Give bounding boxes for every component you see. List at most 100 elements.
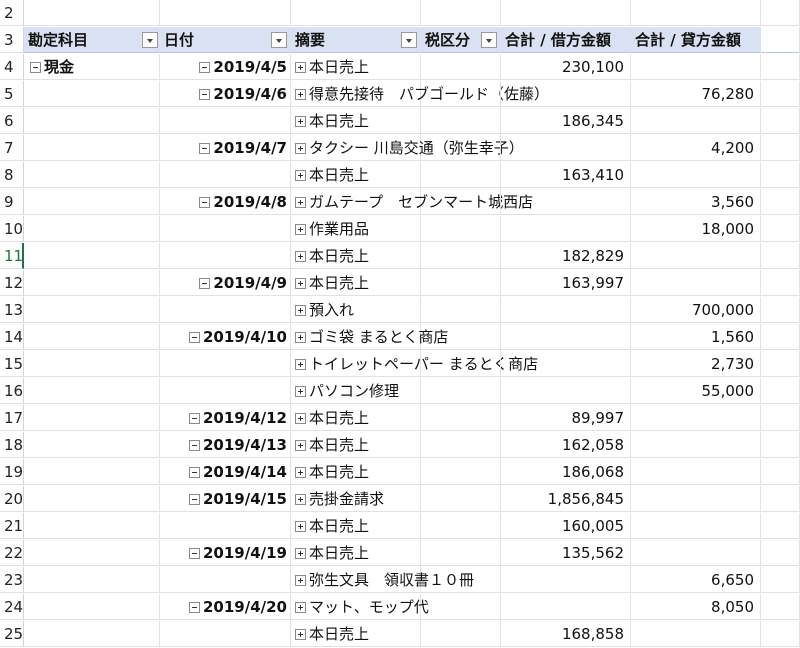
expand-icon[interactable]	[295, 602, 306, 613]
cell-date[interactable]	[160, 243, 291, 269]
cell-debit[interactable]: 163,410	[501, 162, 631, 188]
cell-debit[interactable]	[501, 567, 631, 593]
cell-date[interactable]	[160, 351, 291, 377]
cell-description[interactable]: 本日売上	[291, 459, 421, 485]
cell-tax-category[interactable]	[421, 81, 501, 107]
cell-debit[interactable]: 168,858	[501, 621, 631, 647]
cell-account[interactable]	[24, 486, 160, 512]
cell-date[interactable]: 2019/4/19	[160, 540, 291, 566]
expand-icon[interactable]	[295, 62, 306, 73]
cell-description[interactable]: 作業用品	[291, 216, 421, 242]
expand-icon[interactable]	[295, 251, 306, 262]
cell-description[interactable]: 本日売上	[291, 162, 421, 188]
expand-icon[interactable]	[295, 575, 306, 586]
cell-credit[interactable]	[631, 0, 761, 26]
cell-empty[interactable]	[761, 0, 800, 26]
expand-icon[interactable]	[295, 305, 306, 316]
cell-debit[interactable]	[501, 351, 631, 377]
cell-date[interactable]	[160, 108, 291, 134]
row-number[interactable]: 13	[0, 297, 24, 323]
cell-description[interactable]: 本日売上	[291, 108, 421, 134]
cell-account[interactable]	[24, 108, 160, 134]
cell-debit[interactable]	[501, 189, 631, 215]
row-number[interactable]: 8	[0, 162, 24, 188]
filter-dropdown-icon[interactable]	[271, 32, 287, 48]
cell-tax-category[interactable]	[421, 189, 501, 215]
cell-credit[interactable]	[631, 405, 761, 431]
cell-empty[interactable]	[761, 459, 800, 485]
cell-date[interactable]: 2019/4/10	[160, 324, 291, 350]
cell-account[interactable]: 現金	[24, 54, 160, 80]
cell-description[interactable]: 預入れ	[291, 297, 421, 323]
header-credit-total[interactable]: 合計 / 貸方金額	[631, 27, 761, 53]
cell-date[interactable]: 2019/4/14	[160, 459, 291, 485]
collapse-icon[interactable]	[188, 467, 200, 478]
cell-account[interactable]	[24, 513, 160, 539]
expand-icon[interactable]	[295, 278, 306, 289]
cell-tax-category[interactable]	[421, 459, 501, 485]
cell-empty[interactable]	[761, 567, 800, 593]
row-number[interactable]: 3	[0, 27, 24, 53]
row-number[interactable]: 12	[0, 270, 24, 296]
cell-empty[interactable]	[761, 324, 800, 350]
cell-account[interactable]	[24, 540, 160, 566]
cell-credit[interactable]: 18,000	[631, 216, 761, 242]
cell-description[interactable]: 本日売上	[291, 405, 421, 431]
cell-empty[interactable]	[761, 297, 800, 323]
expand-icon[interactable]	[295, 521, 306, 532]
cell-date[interactable]	[160, 216, 291, 242]
cell-empty[interactable]	[761, 270, 800, 296]
cell-date[interactable]: 2019/4/13	[160, 432, 291, 458]
row-number[interactable]: 10	[0, 216, 24, 242]
cell-credit[interactable]	[631, 54, 761, 80]
cell-tax-category[interactable]	[421, 540, 501, 566]
cell-description[interactable]: ガムテープ セブンマート城西店	[291, 189, 533, 215]
cell-description[interactable]: 本日売上	[291, 270, 421, 296]
cell-date[interactable]: 2019/4/6	[160, 81, 291, 107]
cell-description[interactable]: ゴミ袋 まるとく商店	[291, 324, 448, 350]
row-number[interactable]: 14	[0, 324, 24, 350]
expand-icon[interactable]	[295, 386, 306, 397]
cell-date[interactable]: 2019/4/9	[160, 270, 291, 296]
cell-date[interactable]	[160, 0, 291, 26]
cell-account[interactable]	[24, 270, 160, 296]
cell-account[interactable]	[24, 0, 160, 26]
row-number[interactable]: 4	[0, 54, 24, 80]
cell-tax-category[interactable]	[421, 162, 501, 188]
cell-debit[interactable]: 186,345	[501, 108, 631, 134]
cell-tax-category[interactable]	[421, 135, 501, 161]
cell-debit[interactable]: 135,562	[501, 540, 631, 566]
cell-description[interactable]: 本日売上	[291, 432, 421, 458]
cell-account[interactable]	[24, 351, 160, 377]
cell-empty[interactable]	[761, 54, 800, 80]
cell-account[interactable]	[24, 378, 160, 404]
cell-tax-category[interactable]	[421, 216, 501, 242]
cell-date[interactable]: 2019/4/7	[160, 135, 291, 161]
header-date[interactable]: 日付	[160, 27, 291, 53]
cell-account[interactable]	[24, 459, 160, 485]
cell-credit[interactable]	[631, 459, 761, 485]
cell-description[interactable]: 得意先接待 パブゴールド（佐藤）	[291, 81, 549, 107]
cell-tax-category[interactable]	[421, 297, 501, 323]
cell-description[interactable]: 本日売上	[291, 621, 421, 647]
cell-credit[interactable]: 6,650	[631, 567, 761, 593]
header-description[interactable]: 摘要	[291, 27, 421, 53]
cell-debit[interactable]	[501, 378, 631, 404]
cell-empty[interactable]	[761, 162, 800, 188]
expand-icon[interactable]	[295, 116, 306, 127]
cell-account[interactable]	[24, 162, 160, 188]
expand-icon[interactable]	[295, 413, 306, 424]
collapse-icon[interactable]	[30, 62, 41, 73]
filter-dropdown-icon[interactable]	[401, 32, 417, 48]
row-number[interactable]: 22	[0, 540, 24, 566]
cell-empty[interactable]	[761, 351, 800, 377]
cell-tax-category[interactable]	[421, 621, 501, 647]
cell-tax-category[interactable]	[421, 270, 501, 296]
collapse-icon[interactable]	[199, 278, 211, 289]
cell-empty[interactable]	[761, 189, 800, 215]
cell-empty[interactable]	[761, 513, 800, 539]
cell-debit[interactable]	[501, 297, 631, 323]
cell-empty[interactable]	[761, 594, 800, 620]
collapse-icon[interactable]	[199, 62, 211, 73]
cell-account[interactable]	[24, 189, 160, 215]
